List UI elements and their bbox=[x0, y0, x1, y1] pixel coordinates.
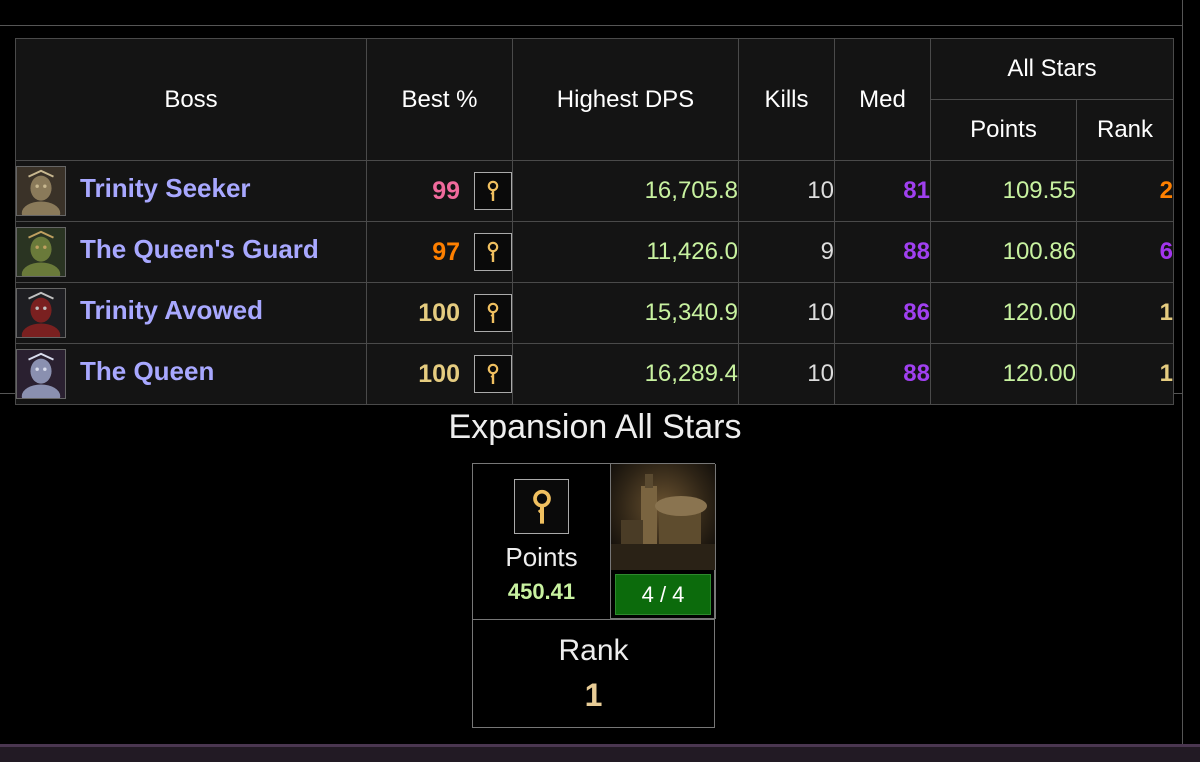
boss-name-link[interactable]: Trinity Seeker bbox=[80, 173, 251, 204]
all-stars-rank-value: 6 bbox=[1075, 221, 1175, 283]
table-row[interactable]: Trinity Avowed 100 15,340.9 10 86 120.00… bbox=[15, 282, 1175, 344]
median-value: 88 bbox=[834, 343, 931, 405]
kills-column-header[interactable]: Kills bbox=[738, 38, 835, 161]
expansion-box-divider bbox=[473, 619, 714, 620]
all-stars-icon bbox=[514, 479, 569, 534]
kills-value: 10 bbox=[738, 160, 835, 222]
zone-progress-tile[interactable]: 4 / 4 bbox=[610, 464, 716, 619]
zone-image bbox=[611, 464, 715, 570]
table-row[interactable]: The Queen's Guard 97 11,426.0 9 88 100.8… bbox=[15, 221, 1175, 283]
footer-bar bbox=[0, 744, 1200, 762]
median-value: 81 bbox=[834, 160, 931, 222]
highest-dps-value: 16,289.4 bbox=[512, 343, 739, 405]
kills-value: 9 bbox=[738, 221, 835, 283]
all-stars-points-value: 120.00 bbox=[930, 343, 1077, 405]
boss-portrait-the-queen bbox=[16, 349, 66, 399]
boss-portrait-queens-guard bbox=[16, 227, 66, 277]
median-column-header[interactable]: Med bbox=[834, 38, 931, 161]
highest-dps-value: 15,340.9 bbox=[512, 282, 739, 344]
table-row[interactable]: Trinity Seeker 99 16,705.8 10 81 109.55 … bbox=[15, 160, 1175, 222]
boss-ranking-table: Boss Best % Highest DPS Kills Med All St… bbox=[15, 38, 1175, 405]
boss-column-header[interactable]: Boss bbox=[15, 38, 367, 161]
expansion-points-section: Points 450.41 bbox=[473, 464, 610, 619]
best-percent-value: 100 bbox=[418, 359, 460, 388]
highest-dps-column-header[interactable]: Highest DPS bbox=[512, 38, 739, 161]
top-frame bbox=[0, 0, 1183, 26]
expansion-rank-value: 1 bbox=[584, 677, 603, 713]
highest-dps-value: 16,705.8 bbox=[512, 160, 739, 222]
rank-column-header[interactable]: Rank bbox=[1075, 99, 1175, 161]
boss-portrait-trinity-seeker bbox=[16, 166, 66, 216]
boss-cell: The Queen's Guard bbox=[15, 221, 367, 283]
best-percent-value: 99 bbox=[432, 176, 460, 205]
highest-dps-value: 11,426.0 bbox=[512, 221, 739, 283]
best-percent-cell: 100 bbox=[366, 343, 513, 405]
points-column-header[interactable]: Points bbox=[930, 99, 1077, 161]
boss-portrait-trinity-avowed bbox=[16, 288, 66, 338]
expansion-all-stars-title: Expansion All Stars bbox=[448, 408, 742, 446]
expansion-points-label: Points bbox=[505, 542, 578, 572]
expansion-all-stars-box: Points 450.41 4 / 4 Rank 1 bbox=[472, 463, 716, 728]
median-value: 86 bbox=[834, 282, 931, 344]
all-stars-icon[interactable] bbox=[474, 355, 512, 393]
all-stars-points-value: 100.86 bbox=[930, 221, 1077, 283]
kills-value: 10 bbox=[738, 282, 835, 344]
all-stars-icon[interactable] bbox=[474, 233, 512, 271]
expansion-points-value: 450.41 bbox=[507, 579, 576, 604]
all-stars-column-group: All Stars bbox=[929, 38, 1175, 100]
zone-progress-badge: 4 / 4 bbox=[615, 574, 711, 615]
best-percent-column-header[interactable]: Best % bbox=[366, 38, 513, 161]
best-percent-cell: 100 bbox=[366, 282, 513, 344]
best-percent-cell: 97 bbox=[366, 221, 513, 283]
boss-cell: Trinity Avowed bbox=[15, 282, 367, 344]
boss-name-link[interactable]: The Queen's Guard bbox=[80, 234, 319, 265]
all-stars-rank-value: 2 bbox=[1075, 160, 1175, 222]
boss-name-link[interactable]: Trinity Avowed bbox=[80, 295, 263, 326]
table-row[interactable]: The Queen 100 16,289.4 10 88 120.00 1 bbox=[15, 343, 1175, 405]
all-stars-points-value: 109.55 bbox=[930, 160, 1077, 222]
best-percent-cell: 99 bbox=[366, 160, 513, 222]
boss-cell: Trinity Seeker bbox=[15, 160, 367, 222]
all-stars-icon[interactable] bbox=[474, 294, 512, 332]
all-stars-rank-value: 1 bbox=[1075, 343, 1175, 405]
all-stars-icon[interactable] bbox=[474, 172, 512, 210]
best-percent-value: 97 bbox=[432, 237, 460, 266]
boss-name-link[interactable]: The Queen bbox=[80, 356, 214, 387]
expansion-rank-label: Rank bbox=[558, 634, 629, 667]
median-value: 88 bbox=[834, 221, 931, 283]
best-percent-value: 100 bbox=[418, 298, 460, 327]
boss-cell: The Queen bbox=[15, 343, 367, 405]
kills-value: 10 bbox=[738, 343, 835, 405]
all-stars-rank-value: 1 bbox=[1075, 282, 1175, 344]
all-stars-points-value: 120.00 bbox=[930, 282, 1077, 344]
